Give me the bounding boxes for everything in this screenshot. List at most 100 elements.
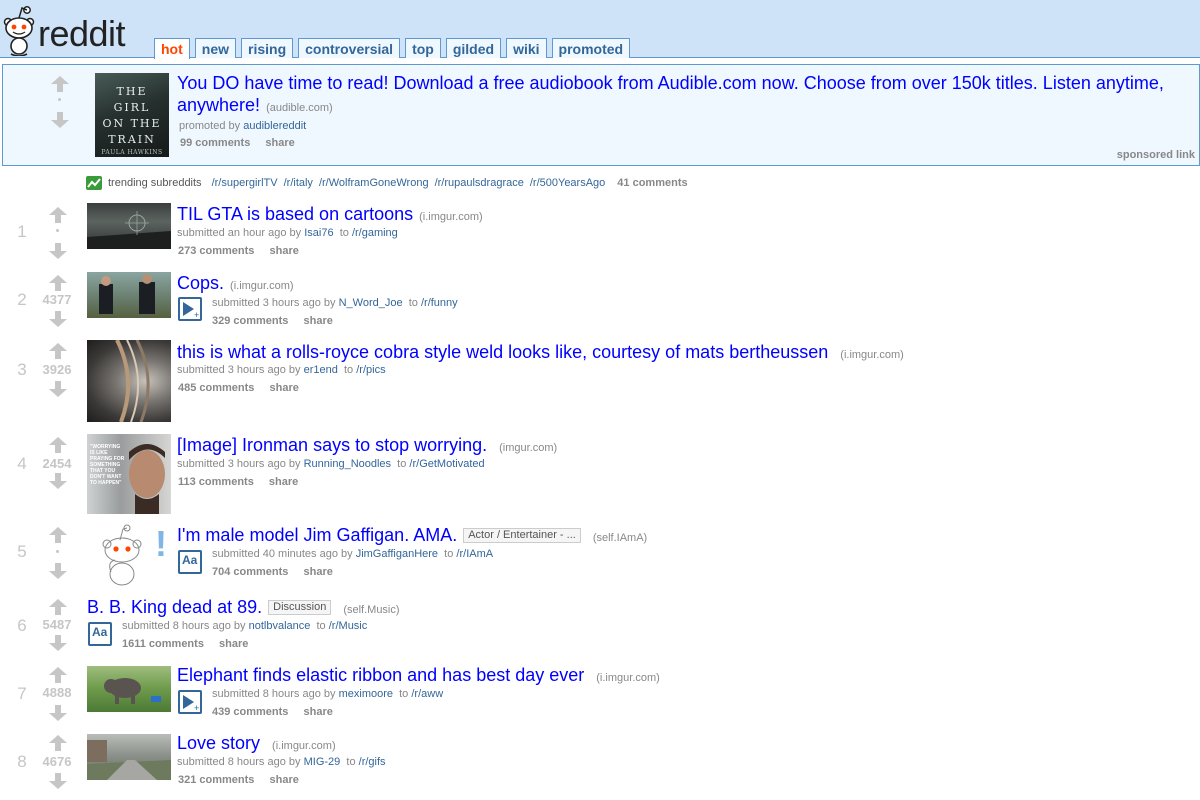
post-subreddit-link[interactable]: /r/pics: [356, 364, 385, 376]
post-title-link[interactable]: Elephant finds elastic ribbon and has be…: [177, 665, 584, 685]
post-comments-link[interactable]: 1611 comments: [122, 638, 204, 650]
post-tagline: submitted 40 minutes ago by JimGaffiganH…: [212, 548, 493, 560]
post-author-link[interactable]: meximoore: [339, 688, 393, 700]
post-domain[interactable]: (i.imgur.com): [272, 740, 336, 752]
post-thumbnail[interactable]: "WORRYING IS LIKE PRAYING FOR SOMETHING …: [87, 434, 171, 514]
post-comments-link[interactable]: 329 comments: [212, 315, 288, 327]
post-comments-link[interactable]: 321 comments: [178, 774, 254, 786]
tab-hot[interactable]: hot: [154, 38, 190, 59]
tab-rising[interactable]: rising: [241, 38, 294, 58]
trending-subreddit-link[interactable]: /r/WolframGoneWrong: [319, 177, 429, 189]
post-author-link[interactable]: Isai76: [304, 227, 333, 239]
post-subreddit-link[interactable]: /r/gaming: [352, 227, 398, 239]
post-comments-link[interactable]: 704 comments: [212, 566, 288, 578]
post-share-link[interactable]: share: [304, 315, 333, 327]
post-subreddit-link[interactable]: /r/gifs: [359, 756, 386, 768]
post-comments-link[interactable]: 113 comments: [178, 476, 254, 488]
post-author-link[interactable]: N_Word_Joe: [339, 297, 403, 309]
post-comments-link[interactable]: 273 comments: [178, 245, 254, 257]
self-post-snoo-thumbnail[interactable]: !: [87, 522, 171, 588]
tab-top[interactable]: top: [405, 38, 441, 58]
trending-subreddit-link[interactable]: /r/supergirlTV: [212, 177, 278, 189]
post-comments-link[interactable]: 485 comments: [178, 382, 254, 394]
post-domain[interactable]: (i.imgur.com): [840, 349, 904, 361]
post-share-link[interactable]: share: [269, 476, 298, 488]
upvote-arrow-icon[interactable]: [48, 274, 68, 292]
post-author-link[interactable]: JimGaffiganHere: [356, 548, 438, 560]
upvote-arrow-icon[interactable]: [48, 734, 68, 752]
reddit-logo[interactable]: reddit: [0, 2, 140, 56]
post-subreddit-link[interactable]: /r/funny: [421, 297, 458, 309]
post-title-link[interactable]: this is what a rolls-royce cobra style w…: [177, 342, 828, 362]
downvote-arrow-icon[interactable]: [48, 310, 68, 328]
ad-thumbnail-book-cover[interactable]: THE GIRL ON THE TRAIN PAULA HAWKINS: [95, 73, 169, 157]
post-thumbnail[interactable]: [87, 340, 171, 422]
post-comments-link[interactable]: 439 comments: [212, 706, 288, 718]
post-tagline: submitted 8 hours ago by meximoore to /r…: [212, 688, 443, 700]
tab-controversial[interactable]: controversial: [298, 38, 401, 58]
post-subreddit-link[interactable]: /r/IAmA: [456, 548, 493, 560]
ad-share-link[interactable]: share: [265, 137, 294, 149]
post-title-link[interactable]: I'm male model Jim Gaffigan. AMA.: [177, 525, 457, 545]
post-thumbnail[interactable]: [87, 734, 171, 780]
post-share-link[interactable]: share: [270, 774, 299, 786]
text-expando-icon[interactable]: Aa: [88, 622, 112, 646]
post-domain[interactable]: (i.imgur.com): [419, 211, 483, 223]
upvote-arrow-icon[interactable]: [48, 206, 68, 224]
post-domain[interactable]: (self.IAmA): [593, 532, 647, 544]
ad-author-link[interactable]: audiblereddit: [243, 120, 306, 132]
upvote-arrow-icon[interactable]: [48, 436, 68, 454]
post-domain[interactable]: (imgur.com): [499, 442, 557, 454]
post-share-link[interactable]: share: [270, 382, 299, 394]
upvote-arrow-icon[interactable]: [48, 342, 68, 360]
post-thumbnail[interactable]: [87, 272, 171, 318]
trending-subreddit-link[interactable]: /r/500YearsAgo: [530, 177, 605, 189]
post-thumbnail[interactable]: [87, 666, 171, 712]
post-author-link[interactable]: MIG-29: [304, 756, 341, 768]
ad-domain[interactable]: (audible.com): [266, 102, 333, 114]
downvote-arrow-icon[interactable]: [48, 242, 68, 260]
tab-gilded[interactable]: gilded: [445, 38, 502, 58]
tab-promoted[interactable]: promoted: [551, 38, 631, 58]
post-subreddit-link[interactable]: /r/Music: [329, 620, 368, 632]
video-expando-icon[interactable]: +: [178, 690, 202, 714]
video-expando-icon[interactable]: +: [178, 297, 202, 321]
post-domain[interactable]: (i.imgur.com): [596, 672, 660, 684]
post-domain[interactable]: (self.Music): [343, 604, 399, 616]
upvote-arrow-icon[interactable]: [48, 598, 68, 616]
post-title-link[interactable]: TIL GTA is based on cartoons: [177, 204, 413, 224]
post-title-link[interactable]: Love story: [177, 733, 260, 753]
upvote-arrow-icon[interactable]: [48, 666, 68, 684]
post-subreddit-link[interactable]: /r/GetMotivated: [409, 458, 484, 470]
post-subreddit-link[interactable]: /r/aww: [411, 688, 443, 700]
post-domain[interactable]: (i.imgur.com): [230, 280, 294, 292]
trending-subreddit-link[interactable]: /r/italy: [284, 177, 313, 189]
downvote-arrow-icon[interactable]: [48, 380, 68, 398]
post-thumbnail[interactable]: [87, 203, 171, 249]
post-share-link[interactable]: share: [304, 706, 333, 718]
downvote-arrow-icon[interactable]: [48, 634, 68, 652]
downvote-arrow-icon[interactable]: [48, 704, 68, 722]
downvote-arrow-icon[interactable]: [48, 562, 68, 580]
post-title-link[interactable]: [Image] Ironman says to stop worrying.: [177, 435, 487, 455]
book-cover-text: TRAIN: [108, 133, 156, 146]
post-title-link[interactable]: Cops.: [177, 273, 224, 293]
trending-comments-link[interactable]: 41 comments: [617, 177, 687, 189]
downvote-arrow-icon[interactable]: [48, 772, 68, 790]
ad-comments-link[interactable]: 99 comments: [180, 137, 250, 149]
text-expando-icon[interactable]: Aa: [178, 550, 202, 574]
post-author-link[interactable]: Running_Noodles: [304, 458, 391, 470]
post-share-link[interactable]: share: [219, 638, 248, 650]
post-share-link[interactable]: share: [270, 245, 299, 257]
downvote-arrow-icon[interactable]: [48, 472, 68, 490]
upvote-arrow-icon[interactable]: [48, 526, 68, 544]
post-title-link[interactable]: B. B. King dead at 89.: [87, 597, 262, 617]
trending-subreddit-link[interactable]: /r/rupaulsdragrace: [435, 177, 524, 189]
post-share-link[interactable]: share: [304, 566, 333, 578]
ad-downvote-arrow-icon[interactable]: [50, 111, 70, 129]
tab-wiki[interactable]: wiki: [506, 38, 547, 58]
tab-new[interactable]: new: [194, 38, 236, 58]
post-author-link[interactable]: er1end: [304, 364, 338, 376]
post-author-link[interactable]: notlbvalance: [249, 620, 311, 632]
ad-upvote-arrow-icon[interactable]: [50, 75, 70, 93]
